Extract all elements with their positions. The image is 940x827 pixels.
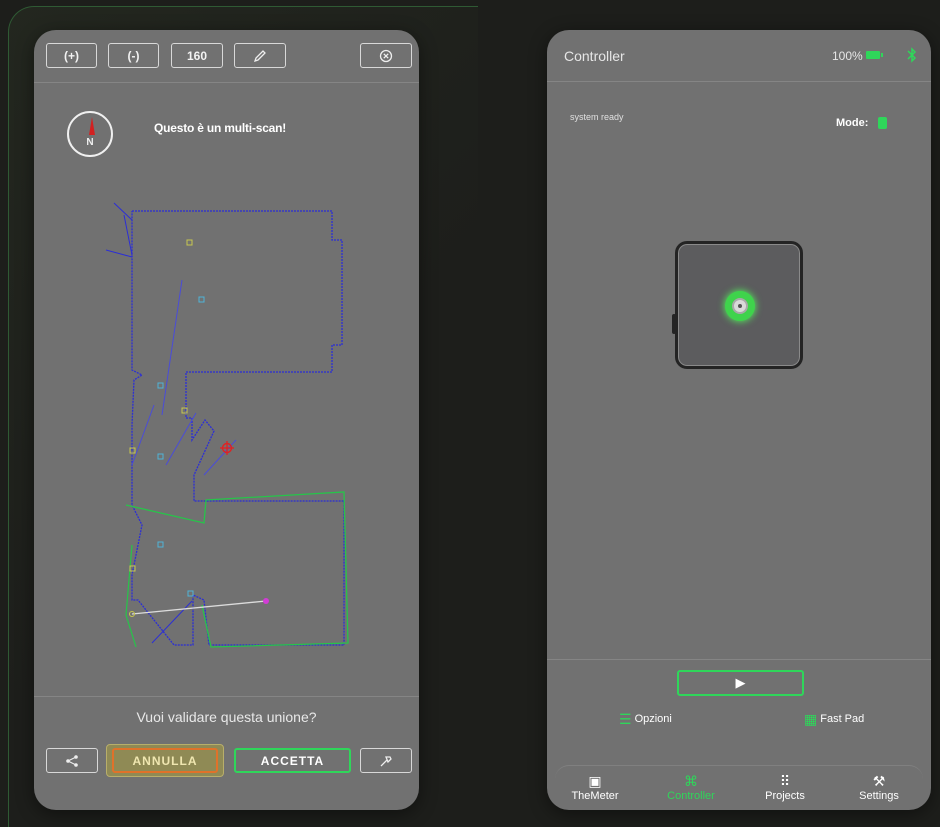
map-toolbar: (+) (-) 160 xyxy=(34,30,419,83)
share-button[interactable] xyxy=(46,748,98,773)
device-power-dot xyxy=(738,304,742,308)
mode-label: Mode: xyxy=(836,117,869,129)
nav-label: Controller xyxy=(667,790,715,802)
meter-icon: ▣ xyxy=(588,773,602,789)
screen-title: Controller xyxy=(564,48,625,64)
cancel-button[interactable]: ANNULLA xyxy=(112,748,218,773)
compass-needle xyxy=(89,117,95,135)
multiscan-title: Questo è un multi-scan! xyxy=(154,121,287,135)
device-side-button xyxy=(672,314,676,334)
scan-marker[interactable] xyxy=(157,453,164,460)
position-target-icon[interactable] xyxy=(220,441,234,455)
options-button[interactable]: ☰ Opzioni xyxy=(619,711,672,727)
measure-line xyxy=(131,600,267,615)
nav-item-projects[interactable]: ⠿ Projects xyxy=(745,772,825,802)
battery-level: 100% xyxy=(832,49,863,63)
play-button[interactable]: ▶ xyxy=(677,670,804,696)
fast-pad-button[interactable]: ▦ Fast Pad xyxy=(804,711,865,727)
scan-ray xyxy=(123,214,133,256)
scan-marker[interactable] xyxy=(157,541,164,548)
bluetooth-icon[interactable] xyxy=(907,47,917,63)
nav-label: Projects xyxy=(765,790,805,802)
fast-pad-label: Fast Pad xyxy=(820,713,865,725)
scan-ray xyxy=(161,279,183,416)
scale-value-button[interactable]: 160 xyxy=(171,43,223,68)
dots-grid-icon: ⠿ xyxy=(779,773,791,789)
tools-icon: ⚒ xyxy=(872,773,886,789)
accept-button[interactable]: ACCETTA xyxy=(234,748,351,773)
device-power-button xyxy=(732,298,748,314)
nav-item-controller[interactable]: ⌘ Controller xyxy=(651,772,731,802)
scan-map[interactable] xyxy=(34,195,419,695)
tools-button[interactable] xyxy=(360,748,412,773)
scan-outline-green xyxy=(125,491,349,648)
hammer-icon xyxy=(380,755,392,766)
measure-end-point[interactable] xyxy=(263,598,269,604)
multiscan-screen: (+) (-) 160 N Questo è un multi-scan! Vu… xyxy=(34,30,419,810)
scan-ray xyxy=(105,249,133,258)
close-circle-icon xyxy=(379,49,393,62)
grid-icon: ▦ xyxy=(804,711,818,727)
share-icon xyxy=(66,754,78,767)
play-icon: ▶ xyxy=(735,675,746,690)
scan-marker[interactable] xyxy=(198,296,205,303)
scan-ray xyxy=(151,600,193,644)
gamepad-icon: ⌘ xyxy=(684,773,698,789)
status-text: system ready xyxy=(570,112,624,122)
mode-icon[interactable] xyxy=(878,117,887,129)
merge-confirm-area: Vuoi validare questa unione? ANNULLA ACC… xyxy=(34,696,419,810)
scan-outline-blue xyxy=(131,210,345,646)
device-power-ring[interactable] xyxy=(725,291,755,321)
battery-icon xyxy=(866,51,883,59)
merge-question: Vuoi validare questa unione? xyxy=(136,709,317,725)
controller-screen: Controller 100% system ready Mode: ▶ ☰ O… xyxy=(547,30,931,810)
zoom-out-button[interactable]: (-) xyxy=(108,43,159,68)
device-image xyxy=(672,241,803,369)
sliders-icon: ☰ xyxy=(619,711,632,727)
zoom-in-button[interactable]: (+) xyxy=(46,43,97,68)
edit-button[interactable] xyxy=(234,43,286,68)
nav-label: Settings xyxy=(859,790,899,802)
nav-item-settings[interactable]: ⚒ Settings xyxy=(839,772,919,802)
scan-ray xyxy=(131,404,155,466)
compass-icon: N xyxy=(67,111,113,157)
nav-label: TheMeter xyxy=(571,790,619,802)
bottom-nav: ▣ TheMeter ⌘ Controller ⠿ Projects ⚒ Set… xyxy=(555,765,923,810)
scan-ray xyxy=(113,202,133,221)
scan-marker[interactable] xyxy=(186,239,193,246)
options-label: Opzioni xyxy=(634,713,672,725)
pencil-icon xyxy=(253,49,266,62)
cancel-button-wrap[interactable]: ANNULLA xyxy=(106,744,224,777)
scan-marker[interactable] xyxy=(187,590,194,597)
compass-north-label: N xyxy=(86,137,94,148)
controller-actions: ▶ ☰ Opzioni ▦ Fast Pad ▣ TheMeter ⌘ Cont… xyxy=(547,659,931,810)
scan-marker[interactable] xyxy=(157,382,164,389)
controller-header: Controller 100% xyxy=(547,30,931,82)
nav-item-themeter[interactable]: ▣ TheMeter xyxy=(555,772,635,802)
close-button[interactable] xyxy=(360,43,412,68)
